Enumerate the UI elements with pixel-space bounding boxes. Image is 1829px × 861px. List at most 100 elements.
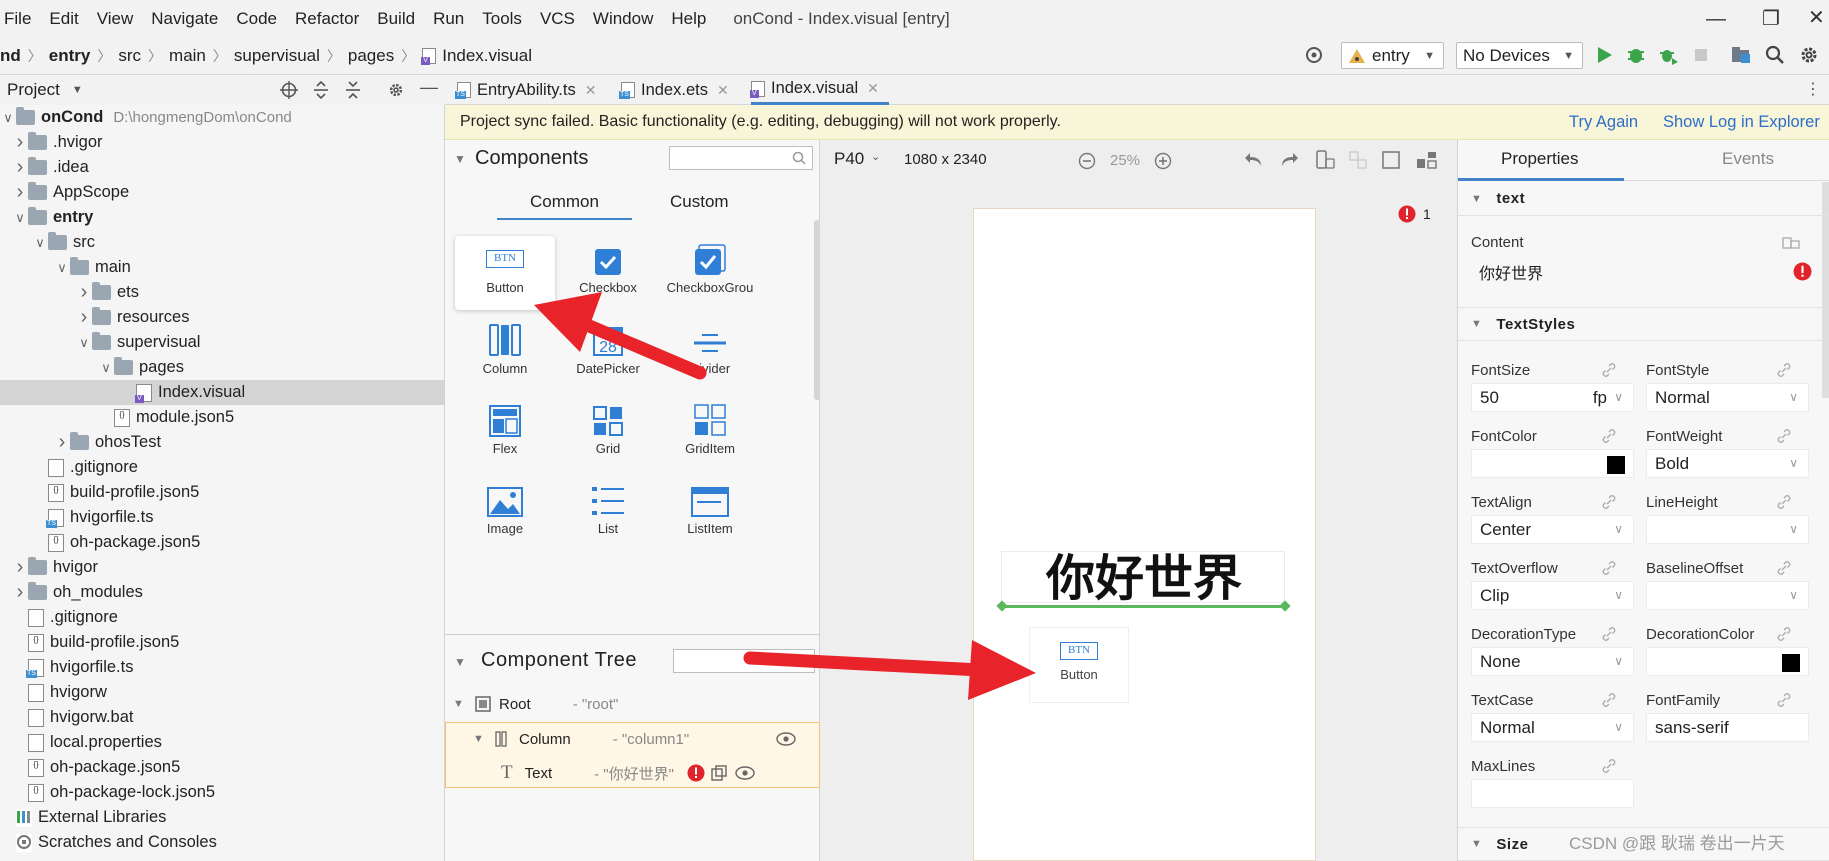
- collapse-triangle-icon[interactable]: ▼: [473, 733, 491, 745]
- content-input[interactable]: 你好世界: [1471, 257, 1816, 286]
- locate-icon[interactable]: [280, 81, 298, 99]
- property-field[interactable]: sans-serif: [1646, 713, 1809, 742]
- stop-icon[interactable]: [1690, 44, 1712, 66]
- chevron-down-icon[interactable]: ⌄: [871, 150, 880, 163]
- property-field[interactable]: [1646, 647, 1809, 676]
- target-icon[interactable]: [1303, 44, 1325, 66]
- components-search-input[interactable]: [669, 146, 813, 170]
- device-select[interactable]: P40: [834, 149, 864, 169]
- tab-custom[interactable]: Custom: [670, 192, 729, 212]
- zoom-in-icon[interactable]: [1154, 152, 1172, 170]
- breadcrumb-item[interactable]: entry: [49, 46, 91, 66]
- more-options-icon[interactable]: ⋮: [1805, 79, 1821, 99]
- link-icon[interactable]: [1776, 494, 1792, 510]
- chevron-down-icon[interactable]: ∨: [1614, 522, 1623, 536]
- chevron-down-icon[interactable]: ∨: [0, 110, 16, 126]
- tree-item[interactable]: › ohosTest: [0, 430, 444, 455]
- component-column[interactable]: Column: [455, 317, 555, 397]
- component-checkboxgrou[interactable]: CheckboxGrou: [660, 236, 760, 316]
- tree-item[interactable]: hvigorw.bat: [0, 705, 444, 730]
- tree-item[interactable]: {} module.json5: [0, 405, 444, 430]
- link-icon[interactable]: [1601, 758, 1617, 774]
- tree-item[interactable]: ∨ pages: [0, 355, 444, 380]
- device-select[interactable]: No Devices ▼: [1456, 42, 1583, 69]
- link-icon[interactable]: [1601, 428, 1617, 444]
- tree-item[interactable]: ∨ src: [0, 230, 444, 255]
- property-field[interactable]: ∨: [1646, 581, 1809, 610]
- device-orientation-icon[interactable]: [1314, 150, 1336, 170]
- sync-icon[interactable]: [1348, 150, 1368, 170]
- breadcrumb-item[interactable]: main: [169, 46, 206, 66]
- breadcrumb-item[interactable]: pages: [348, 46, 394, 66]
- menu-navigate[interactable]: Navigate: [142, 9, 227, 29]
- tree-item[interactable]: › oh_modules: [0, 580, 444, 605]
- close-icon[interactable]: ✕: [1808, 5, 1825, 30]
- component-list[interactable]: List: [558, 477, 658, 540]
- chevron-down-icon[interactable]: ∨: [1789, 588, 1798, 602]
- tree-item[interactable]: ∨ entry: [0, 205, 444, 230]
- tree-item[interactable]: › .idea: [0, 155, 444, 180]
- menu-view[interactable]: View: [88, 9, 143, 29]
- tree-item[interactable]: hvigorw: [0, 680, 444, 705]
- tree-item[interactable]: External Libraries: [0, 805, 444, 830]
- chevron-down-icon[interactable]: ∨: [1614, 654, 1623, 668]
- copy-icon[interactable]: [711, 765, 727, 781]
- menu-vcs[interactable]: VCS: [531, 9, 584, 29]
- breadcrumb-item[interactable]: nd: [0, 46, 21, 66]
- tab-entryability[interactable]: EntryAbility.ts ✕: [455, 75, 596, 105]
- menu-window[interactable]: Window: [584, 9, 662, 29]
- visibility-icon[interactable]: [735, 766, 755, 780]
- chevron-down-icon[interactable]: ∨: [76, 335, 92, 351]
- collapse-triangle-icon[interactable]: ▼: [454, 655, 466, 669]
- zoom-out-icon[interactable]: [1078, 152, 1096, 170]
- link-icon[interactable]: [1776, 692, 1792, 708]
- collapse-all-icon[interactable]: [344, 81, 362, 99]
- error-icon[interactable]: [1793, 262, 1812, 281]
- chevron-right-icon[interactable]: ›: [12, 156, 28, 179]
- chevron-right-icon[interactable]: ›: [54, 431, 70, 454]
- tree-item[interactable]: hvigorfile.ts: [0, 655, 444, 680]
- link-icon[interactable]: [1776, 626, 1792, 642]
- chevron-down-icon[interactable]: ∨: [98, 360, 114, 376]
- chevron-down-icon[interactable]: ∨: [1789, 390, 1798, 404]
- tree-node-column[interactable]: ▼ Column - "column1": [473, 727, 818, 751]
- error-icon[interactable]: [687, 764, 705, 782]
- close-tab-icon[interactable]: ✕: [717, 82, 729, 99]
- chevron-right-icon[interactable]: ›: [76, 281, 92, 304]
- tab-events[interactable]: Events: [1722, 149, 1774, 169]
- minimize-icon[interactable]: —: [1706, 8, 1726, 31]
- property-field[interactable]: Bold ∨: [1646, 449, 1809, 478]
- tree-item[interactable]: {} build-profile.json5: [0, 630, 444, 655]
- frame-icon[interactable]: [1382, 151, 1400, 169]
- tree-item[interactable]: local.properties: [0, 730, 444, 755]
- chevron-down-icon[interactable]: ∨: [1614, 720, 1623, 734]
- text-component[interactable]: 你好世界: [1001, 551, 1285, 605]
- property-field[interactable]: [1471, 779, 1634, 808]
- run-config-select[interactable]: entry ▼: [1341, 42, 1444, 69]
- component-divider[interactable]: Divider: [660, 317, 760, 397]
- tree-item[interactable]: .gitignore: [0, 455, 444, 480]
- collapse-triangle-icon[interactable]: ▼: [454, 152, 466, 166]
- property-field[interactable]: ∨: [1646, 515, 1809, 544]
- link-icon[interactable]: [1601, 494, 1617, 510]
- close-tab-icon[interactable]: ✕: [867, 80, 879, 97]
- undo-icon[interactable]: [1244, 151, 1264, 169]
- project-panel-title[interactable]: Project: [7, 80, 60, 100]
- component-grid[interactable]: Grid: [558, 397, 658, 477]
- color-swatch[interactable]: [1782, 654, 1800, 672]
- menu-code[interactable]: Code: [227, 9, 286, 29]
- tree-item[interactable]: .gitignore: [0, 605, 444, 630]
- chevron-right-icon[interactable]: ›: [12, 131, 28, 154]
- component-tree-search-input[interactable]: [673, 649, 815, 673]
- expand-all-icon[interactable]: [312, 81, 330, 99]
- property-field[interactable]: 50 fp ∨: [1471, 383, 1634, 412]
- menu-edit[interactable]: Edit: [40, 9, 87, 29]
- tree-item[interactable]: › AppScope: [0, 180, 444, 205]
- link-icon[interactable]: [1601, 362, 1617, 378]
- component-listitem[interactable]: ListItem: [660, 477, 760, 540]
- tab-common[interactable]: Common: [530, 192, 599, 212]
- component-flex[interactable]: Flex: [455, 397, 555, 477]
- tree-item[interactable]: › hvigor: [0, 555, 444, 580]
- visibility-icon[interactable]: [776, 732, 796, 746]
- chevron-right-icon[interactable]: ›: [12, 556, 28, 579]
